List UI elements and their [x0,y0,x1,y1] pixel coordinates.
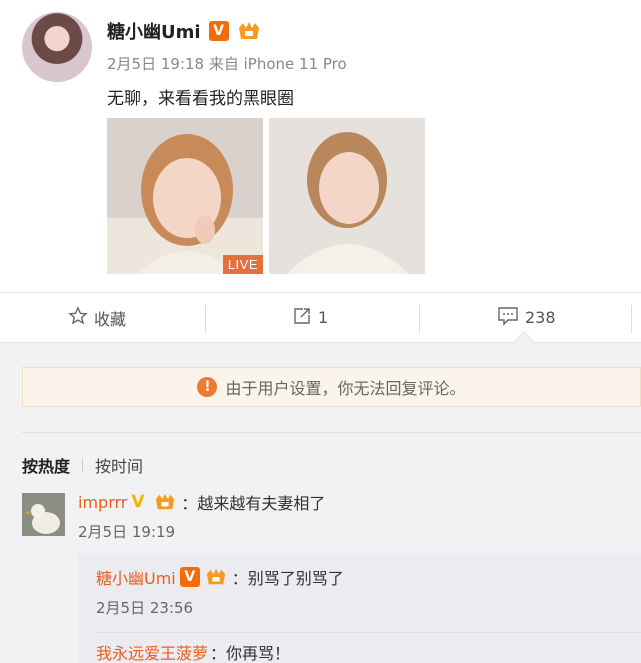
post-meta: 2月5日 19:18 来自 iPhone 11 Pro [107,55,347,73]
sort-by-hot-tab[interactable]: 按热度 [22,453,70,477]
sort-by-time-tab[interactable]: 按时间 [95,453,143,477]
comment-count: 238 [525,308,556,327]
share-button[interactable]: 1 [292,293,328,342]
post-photo-2[interactable] [269,118,425,274]
comment-time: 2月5日 19:19 [78,523,176,541]
notice-text: 由于用户设置，你无法回复评论。 [225,379,466,398]
commenter-avatar[interactable] [22,493,65,536]
share-icon [292,306,312,330]
comment-line: imprrr V ：越来越有夫妻相了 [78,490,325,514]
post-text: 无聊，来看看我的黑眼圈 [107,89,294,109]
member-crown-icon[interactable] [153,491,177,513]
comments-panel: ! 由于用户设置，你无法回复评论。 按热度 按时间 imprrr V ：越来越有… [0,343,641,663]
member-crown-icon[interactable] [237,20,261,42]
warning-icon: ! [197,377,218,397]
live-photo-badge: LIVE [222,255,263,274]
reply-disabled-notice: ! 由于用户设置，你无法回复评论。 [22,367,641,407]
reply-line: 我永远爱王菠萝 ：你再骂！ [96,640,290,663]
favorite-button[interactable]: 收藏 [68,293,126,342]
author-row: 糖小幽Umi V [107,18,261,44]
verified-v-icon[interactable]: V [131,492,149,512]
reply-author-name[interactable]: 我永远爱王菠萝 [96,640,208,663]
sort-divider [82,458,84,472]
reply-author-name[interactable]: 糖小幽Umi [96,565,176,589]
comment-icon [497,306,519,330]
reply-line: 糖小幽Umi V ：别骂了别骂了 [96,565,344,589]
author-avatar[interactable] [22,12,92,82]
action-divider [419,305,420,333]
verified-v-icon[interactable]: V [179,567,200,587]
post-photo-1[interactable]: LIVE [107,118,263,274]
reply-text: ：别骂了别骂了 [231,569,344,588]
post-action-bar: 收藏 1 238 [0,292,641,343]
comment-text: ：越来越有夫妻相了 [181,494,326,513]
verified-v-icon[interactable]: V [208,21,229,41]
reply-divider [96,632,641,633]
commenter-name[interactable]: imprrr [78,493,127,512]
divider [22,432,641,433]
reply-time: 2月5日 23:56 [96,599,194,617]
reply-text: ：你再骂！ [210,644,291,663]
comment-sort-tabs: 按热度 按时间 [22,453,143,477]
action-divider [205,305,206,333]
star-icon [68,305,88,330]
author-name[interactable]: 糖小幽Umi [107,18,201,44]
action-divider [631,305,632,333]
favorite-label: 收藏 [94,309,127,329]
member-crown-icon[interactable] [204,566,228,588]
weibo-post: 糖小幽Umi V 2月5日 19:18 来自 iPhone 11 Pro 无聊，… [0,0,641,292]
reply-thread: 糖小幽Umi V ：别骂了别骂了 2月5日 23:56 我永远爱王菠萝 ：你再骂… [78,553,641,663]
share-count: 1 [318,308,329,327]
